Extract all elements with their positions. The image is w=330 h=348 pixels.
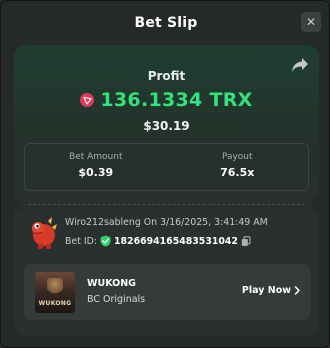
- ticket-notch-left: [14, 197, 21, 211]
- bet-stats-box: Bet Amount $0.39 Payout 76.5x: [24, 143, 309, 191]
- modal-header: Bet Slip ✕: [1, 1, 330, 45]
- game-provider: BC Originals: [87, 294, 146, 305]
- trx-coin-icon: [80, 93, 95, 107]
- chevron-right-icon: [294, 286, 300, 295]
- copy-icon[interactable]: [241, 235, 251, 247]
- bet-amount-stat: Bet Amount $0.39: [25, 144, 167, 190]
- payout-label: Payout: [221, 152, 253, 162]
- profit-label: Profit: [147, 69, 186, 83]
- bet-info: Wiro212sableng On 3/16/2025, 3:41:49 AM …: [28, 213, 308, 253]
- payout-stat: Payout 76.5x: [167, 144, 309, 190]
- bet-card: Profit 136.1334 TRX $30.19 Bet Amount $0…: [14, 45, 319, 336]
- payout-value: 76.5x: [220, 166, 255, 179]
- close-button[interactable]: ✕: [301, 12, 321, 32]
- bet-amount-value: $0.39: [78, 166, 114, 179]
- game-title: WUKONG: [87, 278, 136, 289]
- bet-amount-label: Bet Amount: [69, 152, 123, 162]
- close-icon: ✕: [305, 15, 317, 29]
- ticket-notch-right: [312, 197, 319, 211]
- bet-id-line: Bet ID: 1826694165483531042: [65, 235, 251, 247]
- dashed-divider: [28, 204, 305, 205]
- game-thumbnail[interactable]: WUKONG: [35, 272, 75, 313]
- game-card[interactable]: WUKONG WUKONG BC Originals Play Now: [24, 264, 311, 320]
- game-thumbnail-text: WUKONG: [38, 300, 72, 307]
- play-now-button[interactable]: Play Now: [242, 285, 301, 296]
- profit-usd-value: $30.19: [143, 119, 190, 133]
- bet-slip-modal: Bet Slip ✕ Profit 136.1334 TRX $30.19 Be…: [0, 0, 330, 348]
- modal-title: Bet Slip: [134, 15, 198, 31]
- dragon-avatar[interactable]: [28, 215, 60, 251]
- play-now-label: Play Now: [241, 285, 291, 296]
- profit-value: 136.1334 TRX: [100, 89, 253, 111]
- game-thumbnail-figure: [47, 278, 63, 298]
- verified-shield-icon: [100, 235, 111, 247]
- bet-id-label: Bet ID:: [65, 235, 97, 247]
- bet-user-and-time: Wiro212sableng On 3/16/2025, 3:41:49 AM: [65, 217, 268, 228]
- profit-amount: 136.1334 TRX: [14, 89, 319, 111]
- bet-id-value: 1826694165483531042: [114, 235, 238, 247]
